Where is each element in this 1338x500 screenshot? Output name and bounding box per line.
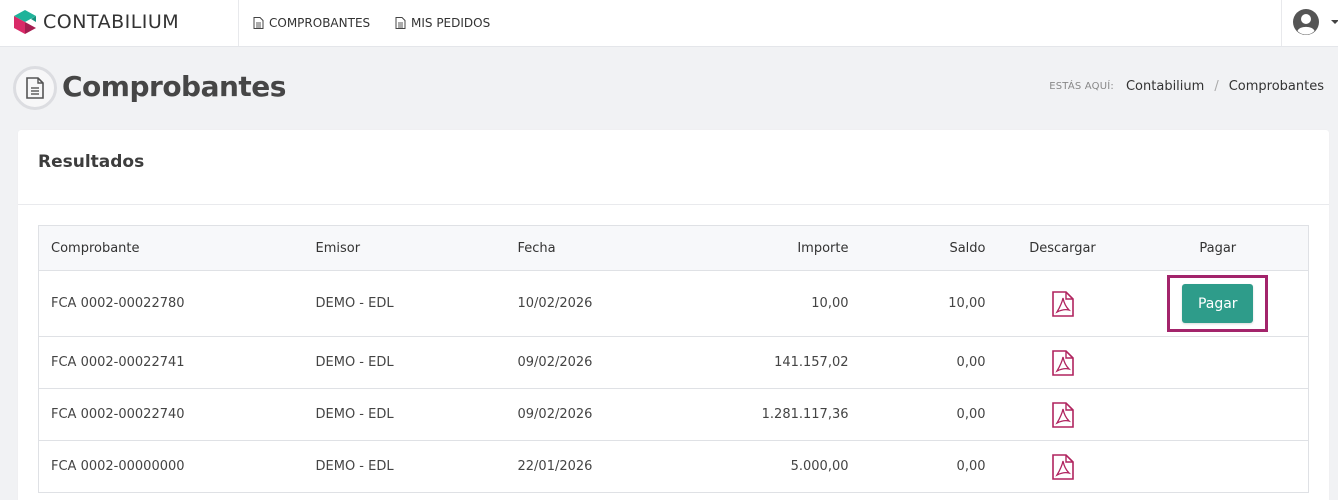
cell-saldo: 10,00 [860, 270, 998, 337]
cell-saldo: 0,00 [860, 336, 998, 389]
table-row: FCA 0002-00022741 DEMO - EDL 09/02/2026 … [38, 336, 1309, 389]
pdf-icon[interactable] [1051, 401, 1074, 428]
card-title: Resultados [38, 152, 145, 172]
cell-fecha: 10/02/2026 [505, 270, 706, 337]
cell-importe: 5.000,00 [705, 440, 861, 493]
pay-highlight: Pagar [1167, 275, 1269, 332]
cell-comprobante: FCA 0002-00022741 [38, 336, 304, 389]
nav-comprobantes[interactable]: COMPROBANTES [253, 14, 370, 32]
column-header-saldo: Saldo [860, 225, 998, 271]
card-divider [18, 204, 1329, 205]
cell-descargar [997, 440, 1128, 493]
breadcrumb-item-contabilium[interactable]: Contabilium [1126, 79, 1204, 95]
cell-pagar [1127, 336, 1309, 389]
cell-comprobante: FCA 0002-00000000 [38, 440, 304, 493]
user-menu[interactable] [1281, 0, 1338, 46]
column-header-comprobante: Comprobante [38, 225, 304, 271]
column-header-fecha: Fecha [505, 225, 706, 271]
brand-name: CONTABILIUM [43, 11, 180, 33]
results-table: Comprobante Emisor Fecha Importe Saldo D… [38, 225, 1309, 493]
column-header-descargar: Descargar [997, 225, 1128, 271]
cell-comprobante: FCA 0002-00022780 [38, 270, 304, 337]
cell-pagar [1127, 388, 1309, 441]
pdf-icon[interactable] [1051, 453, 1074, 480]
cell-importe: 1.281.117,36 [705, 388, 861, 441]
table-header-row: Comprobante Emisor Fecha Importe Saldo D… [38, 225, 1309, 271]
pdf-icon[interactable] [1051, 290, 1074, 317]
column-header-importe: Importe [705, 225, 861, 271]
cell-saldo: 0,00 [860, 440, 998, 493]
breadcrumb-separator: / [1214, 79, 1219, 94]
page-icon [13, 66, 57, 110]
breadcrumb-label: ESTÁS AQUÍ: [1049, 81, 1114, 92]
pdf-icon[interactable] [1051, 349, 1074, 376]
contabilium-logo-icon [14, 10, 36, 34]
cell-comprobante: FCA 0002-00022740 [38, 388, 304, 441]
cell-fecha: 09/02/2026 [505, 388, 706, 441]
column-header-emisor: Emisor [303, 225, 506, 271]
user-circle-icon [1293, 9, 1319, 35]
cell-descargar [997, 336, 1128, 389]
cell-descargar [997, 388, 1128, 441]
pagar-button[interactable]: Pagar [1182, 284, 1254, 323]
cell-emisor: DEMO - EDL [303, 270, 506, 337]
nav-mis-pedidos[interactable]: MIS PEDIDOS [395, 14, 490, 32]
cell-pagar: Pagar [1127, 270, 1309, 337]
breadcrumb: ESTÁS AQUÍ: Contabilium / Comprobantes [1049, 79, 1324, 95]
chevron-down-icon [1331, 20, 1338, 24]
cell-emisor: DEMO - EDL [303, 388, 506, 441]
table-row: FCA 0002-00022780 DEMO - EDL 10/02/2026 … [38, 270, 1309, 337]
top-navbar: CONTABILIUM COMPROBANTES MIS PEDIDOS [0, 0, 1338, 47]
document-icon [253, 17, 264, 29]
cell-importe: 10,00 [705, 270, 861, 337]
cell-pagar [1127, 440, 1309, 493]
table-row: FCA 0002-00022740 DEMO - EDL 09/02/2026 … [38, 388, 1309, 441]
cell-fecha: 09/02/2026 [505, 336, 706, 389]
column-header-pagar: Pagar [1127, 225, 1309, 271]
results-card: Resultados Comprobante Emisor Fecha Impo… [18, 130, 1329, 500]
cell-emisor: DEMO - EDL [303, 336, 506, 389]
cell-importe: 141.157,02 [705, 336, 861, 389]
cell-emisor: DEMO - EDL [303, 440, 506, 493]
nav-comprobantes-label: COMPROBANTES [269, 16, 371, 30]
brand[interactable]: CONTABILIUM [0, 0, 239, 46]
cell-saldo: 0,00 [860, 388, 998, 441]
nav-mis-pedidos-label: MIS PEDIDOS [411, 16, 491, 30]
cell-fecha: 22/01/2026 [505, 440, 706, 493]
cell-descargar [997, 270, 1128, 337]
breadcrumb-item-comprobantes: Comprobantes [1228, 79, 1324, 94]
document-icon [395, 17, 406, 29]
table-row: FCA 0002-00000000 DEMO - EDL 22/01/2026 … [38, 440, 1309, 493]
document-icon [26, 77, 44, 99]
page-title: Comprobantes [62, 70, 286, 103]
